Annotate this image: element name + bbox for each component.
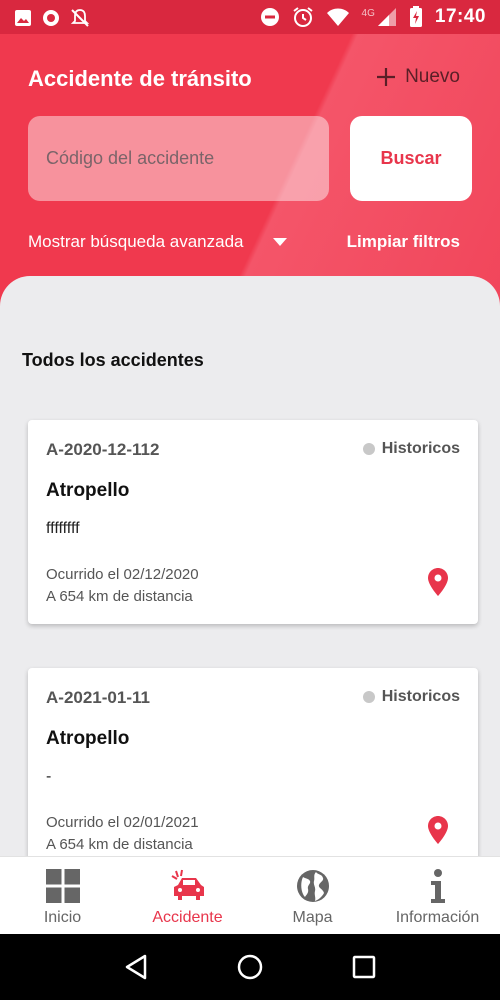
new-button-label: Nuevo: [405, 66, 460, 87]
nav-label: Inicio: [43, 909, 82, 926]
section-title: Todos los accidentes: [22, 350, 204, 370]
info-icon: [430, 869, 445, 903]
grid-icon: [45, 869, 80, 903]
battery-icon: [409, 6, 422, 27]
chevron-down-icon: [273, 238, 288, 246]
nav-item-accidente[interactable]: Accidente: [125, 857, 250, 935]
status-dot-icon: [362, 443, 375, 455]
do-not-disturb-icon: [260, 8, 279, 26]
recents-icon[interactable]: [351, 954, 377, 980]
globe-icon: [296, 870, 329, 902]
car-crash-icon: [170, 869, 204, 900]
location-pin-icon[interactable]: [428, 816, 448, 844]
clear-filters-button[interactable]: Limpiar filtros: [347, 232, 460, 252]
home-icon[interactable]: [236, 953, 264, 981]
accident-type: Atropello: [46, 480, 130, 501]
wifi-icon: [326, 8, 349, 26]
search-button[interactable]: Buscar: [350, 116, 472, 201]
alarm-icon: [292, 7, 313, 27]
accident-list-panel: Todos los accidentes A-2020-12-112 Histo…: [0, 276, 500, 856]
accident-date: Ocurrido el 02/12/2020: [46, 566, 199, 583]
nav-label: Accidente: [152, 909, 223, 926]
nav-item-inicio[interactable]: Inicio: [0, 857, 125, 935]
status-dot-icon: [362, 691, 375, 703]
accident-card[interactable]: A-2020-12-112 Historicos Atropello fffff…: [28, 420, 478, 624]
network-type-label: 4G: [361, 7, 375, 19]
plus-icon: [377, 68, 396, 86]
accident-type: Atropello: [46, 728, 130, 749]
location-pin-icon[interactable]: [428, 568, 448, 596]
signal-icon: [377, 8, 396, 26]
status-label: Historicos: [381, 440, 460, 457]
advanced-search-label: Mostrar búsqueda avanzada: [28, 232, 244, 251]
accident-date: Ocurrido el 02/01/2021: [46, 814, 199, 831]
clock: 17:40: [434, 6, 486, 27]
nav-item-mapa[interactable]: Mapa: [250, 857, 375, 935]
back-icon[interactable]: [123, 953, 149, 981]
advanced-search-toggle[interactable]: Mostrar búsqueda avanzada: [28, 232, 288, 252]
nav-label: Mapa: [292, 909, 333, 926]
accident-card[interactable]: A-2021-01-11 Historicos Atropello - Ocur…: [28, 668, 478, 856]
status-label: Historicos: [381, 688, 460, 705]
page-title: Accidente de tránsito: [28, 66, 252, 91]
accident-distance: A 654 km de distancia: [46, 836, 193, 853]
image-notification-icon: [15, 10, 31, 26]
accident-code: A-2021-01-11: [46, 688, 150, 707]
system-navigation-bar: [0, 934, 500, 1000]
new-accident-button[interactable]: Nuevo: [375, 66, 460, 88]
status-badge: Historicos: [362, 440, 460, 458]
status-badge: Historicos: [362, 688, 460, 706]
status-bar: 4G 17:40: [0, 0, 500, 34]
bottom-navigation: Inicio Accidente Mapa Información: [0, 856, 500, 934]
accident-description: -: [46, 768, 52, 785]
accident-description: ffffffff: [46, 520, 80, 537]
record-notification-icon: [43, 10, 59, 26]
nav-item-informacion[interactable]: Información: [375, 857, 500, 935]
nav-label: Información: [395, 909, 480, 926]
accident-distance: A 654 km de distancia: [46, 588, 193, 605]
accident-code: A-2020-12-112: [46, 440, 160, 459]
notifications-off-icon: [70, 9, 90, 27]
accident-code-input[interactable]: [28, 116, 329, 201]
